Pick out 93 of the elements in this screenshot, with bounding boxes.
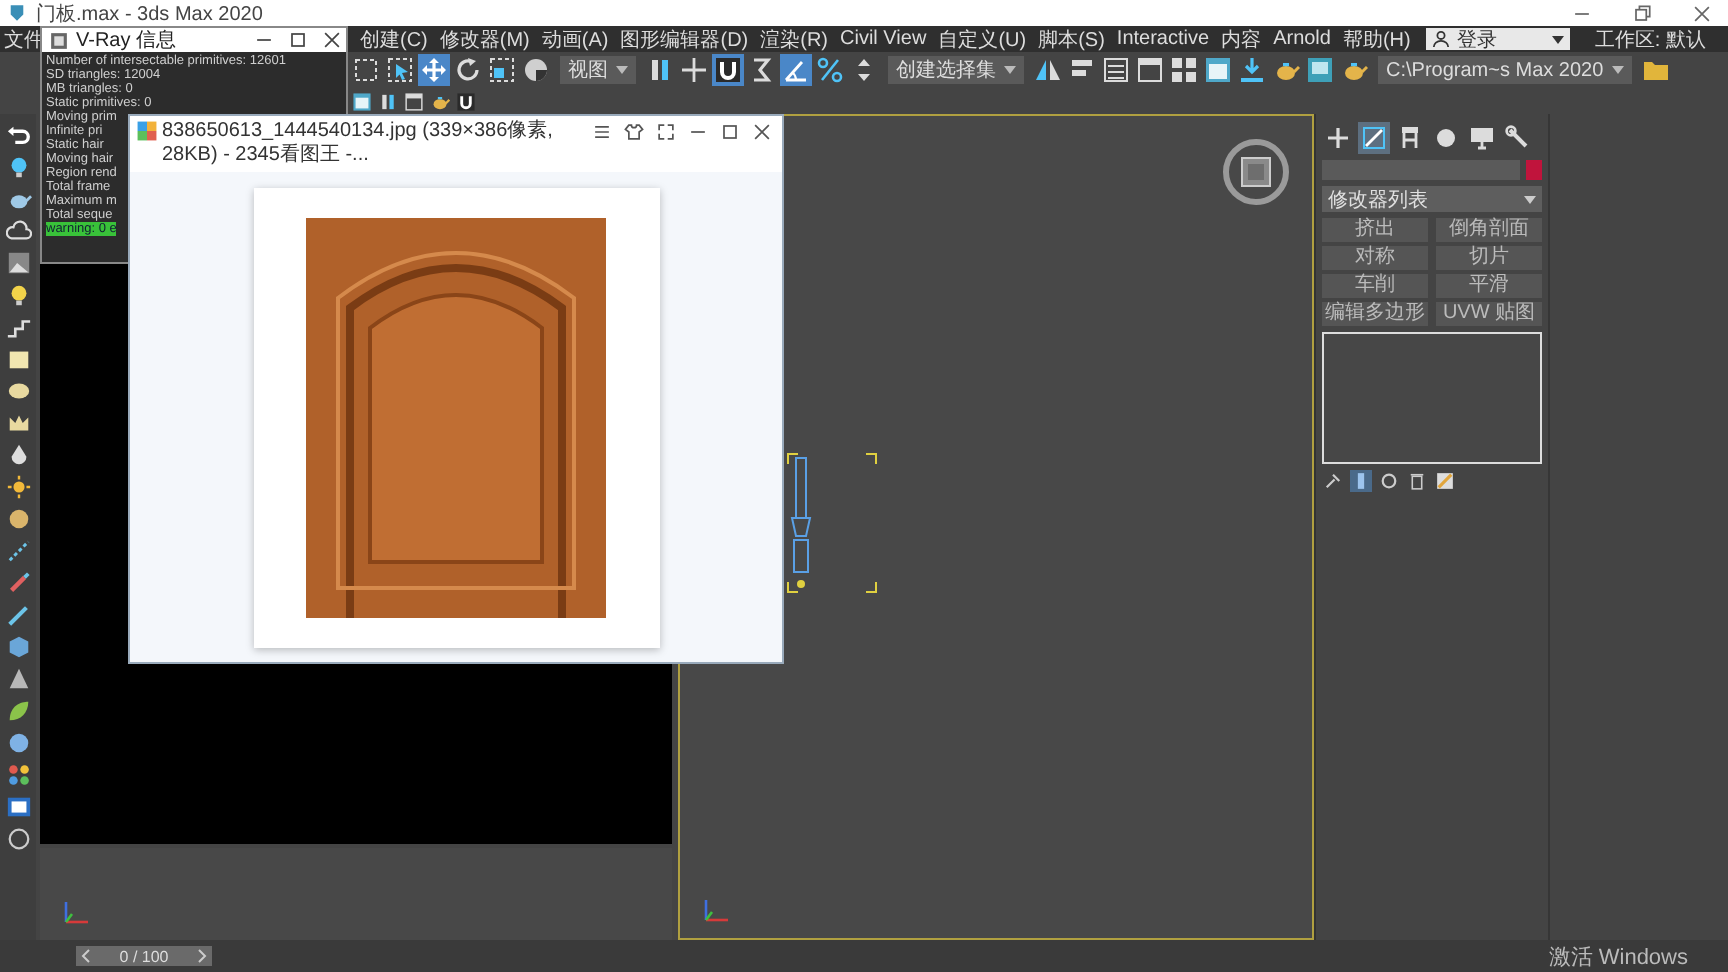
- list-icon[interactable]: [1100, 54, 1132, 86]
- caret-icon: [1524, 195, 1536, 203]
- sphere-icon[interactable]: [520, 54, 552, 86]
- window-icon[interactable]: [5, 794, 31, 820]
- dotted-line-icon[interactable]: [5, 538, 31, 564]
- menu-item[interactable]: 脚本(S): [1038, 25, 1105, 53]
- brush-icon[interactable]: [5, 570, 31, 596]
- ring-icon[interactable]: [5, 826, 31, 852]
- menu-item[interactable]: 动画(A): [541, 25, 609, 53]
- window-title: 门板.max - 3ds Max 2020: [36, 1, 263, 27]
- monitor-icon[interactable]: [1466, 122, 1498, 154]
- menu-item[interactable]: 修改器(M): [439, 25, 530, 53]
- magnet-icon[interactable]: [712, 54, 744, 86]
- bar-icon[interactable]: [1350, 470, 1372, 492]
- panel-icon[interactable]: [1134, 54, 1166, 86]
- percent-snap-icon[interactable]: [814, 54, 846, 86]
- modifier-button[interactable]: 切片: [1436, 246, 1542, 270]
- menu-item[interactable]: Civil View: [840, 28, 927, 50]
- move-icon[interactable]: [418, 54, 450, 86]
- activation-notice: 激活 Windows: [1548, 943, 1688, 971]
- app-icon: [48, 29, 70, 51]
- time-slider[interactable]: 0 / 100: [76, 946, 212, 966]
- cloud-icon[interactable]: [5, 218, 31, 244]
- modifier-button[interactable]: 车削: [1322, 274, 1428, 298]
- menu-item[interactable]: 图形编辑器(D): [620, 25, 749, 53]
- pen-icon[interactable]: [5, 602, 31, 628]
- menu-item[interactable]: 内容: [1221, 25, 1262, 53]
- configure-icon[interactable]: [1434, 470, 1456, 492]
- ball-icon[interactable]: [5, 506, 31, 532]
- modifier-button[interactable]: 倒角剖面: [1436, 218, 1542, 242]
- fullscreen-icon[interactable]: [652, 120, 680, 144]
- magnet-icon[interactable]: [454, 89, 478, 113]
- axis-tripod-icon: [60, 896, 92, 928]
- login-dropdown[interactable]: 登录: [1426, 28, 1571, 50]
- modifier-button[interactable]: 对称: [1322, 246, 1428, 270]
- sun-icon[interactable]: [5, 474, 31, 500]
- window-title: V-Ray 信息: [76, 27, 177, 54]
- menu-item[interactable]: Interactive: [1116, 28, 1210, 50]
- plus-icon[interactable]: [1322, 122, 1354, 154]
- modify-icon[interactable]: [1358, 122, 1390, 154]
- caret-icon: [1552, 35, 1565, 43]
- ring-icon[interactable]: [1378, 470, 1400, 492]
- select-object-icon[interactable]: [384, 54, 416, 86]
- object-color-swatch[interactable]: [1526, 160, 1542, 180]
- window-icon[interactable]: [1202, 54, 1234, 86]
- window-icon[interactable]: [350, 89, 374, 113]
- grid-icon[interactable]: [1168, 54, 1200, 86]
- toolbar-dropdown[interactable]: C:\Program~s Max 2020: [1378, 56, 1632, 84]
- box-icon[interactable]: [5, 346, 31, 372]
- caret-icon: [1004, 66, 1016, 74]
- sphere-icon[interactable]: [5, 730, 31, 756]
- undo-arrow-icon[interactable]: [5, 122, 31, 148]
- modifier-stack-list[interactable]: [1322, 332, 1542, 464]
- window-title: 838650613_1444540134.jpg (339×386像素, 28KB) - 2345看图王 -...: [162, 120, 555, 168]
- modifier-button[interactable]: 挤出: [1322, 218, 1428, 242]
- axis-tripod-icon: [700, 894, 732, 926]
- shirt-icon[interactable]: [620, 120, 648, 144]
- ellipse-icon[interactable]: [5, 378, 31, 404]
- menu-item[interactable]: 文件: [4, 25, 44, 53]
- panel-icon[interactable]: [402, 89, 426, 113]
- toolbar-dropdown[interactable]: 创建选择集: [888, 56, 1024, 84]
- chevron-right-icon: [196, 948, 208, 964]
- caret-icon: [1611, 66, 1624, 74]
- modifier-button[interactable]: 编辑多边形: [1322, 302, 1428, 326]
- color-dots-icon[interactable]: [5, 762, 31, 788]
- image-icon[interactable]: [5, 250, 31, 276]
- crosshair-icon[interactable]: [678, 54, 710, 86]
- render-frame-icon[interactable]: [1304, 54, 1336, 86]
- trash-icon[interactable]: [1406, 470, 1428, 492]
- menu-item[interactable]: Arnold: [1273, 28, 1331, 50]
- leaf-icon[interactable]: [5, 698, 31, 724]
- modifier-list-dropdown[interactable]: 修改器列表: [1322, 186, 1542, 212]
- selected-object-drawing[interactable]: [786, 452, 878, 594]
- dashed-selection-icon[interactable]: [350, 54, 382, 86]
- menu-item[interactable]: 自定义(U): [938, 25, 1027, 53]
- workspace-label[interactable]: 工作区: 默认: [1594, 25, 1706, 53]
- view-cube-icon[interactable]: [1220, 136, 1292, 208]
- app-icon: [136, 120, 158, 142]
- modifier-button[interactable]: 平滑: [1436, 274, 1542, 298]
- chevron-left-icon: [80, 948, 92, 964]
- download-icon[interactable]: [1236, 54, 1268, 86]
- menu-item[interactable]: 创建(C): [360, 25, 428, 53]
- scale-icon[interactable]: [486, 54, 518, 86]
- rotate-icon[interactable]: [452, 54, 484, 86]
- modifier-button[interactable]: UVW 贴图: [1436, 302, 1542, 326]
- angle-snap-icon[interactable]: [780, 54, 812, 86]
- caret-icon: [616, 66, 628, 74]
- stairs-icon[interactable]: [5, 314, 31, 340]
- cone-icon[interactable]: [5, 666, 31, 692]
- toolbar-dropdown[interactable]: 视图: [560, 56, 636, 84]
- cube-icon[interactable]: [5, 634, 31, 660]
- menu-item[interactable]: 帮助(H): [1342, 25, 1411, 53]
- menu-item[interactable]: 渲染(R): [760, 25, 829, 53]
